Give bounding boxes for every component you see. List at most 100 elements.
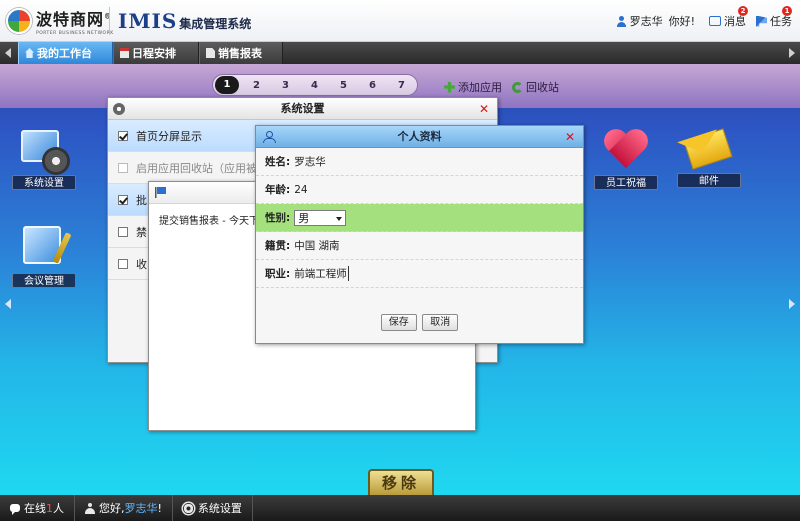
- app-meeting-management[interactable]: 会议管理: [11, 224, 77, 288]
- home-icon: [25, 48, 34, 58]
- logo-cn: 波特商网: [36, 10, 105, 29]
- desktop-prev-icon[interactable]: [5, 299, 11, 309]
- logo[interactable]: 波特商网® PORTER BUSINESS NETWORK: [6, 6, 114, 36]
- add-app-label: 添加应用: [458, 81, 502, 94]
- user-icon: [85, 502, 95, 514]
- tab-scroll-left-icon[interactable]: [5, 48, 11, 58]
- tab-scroll-right-icon[interactable]: [789, 48, 795, 58]
- tasks-button[interactable]: 1 任务: [756, 6, 792, 29]
- document-icon: [206, 48, 215, 58]
- age-value[interactable]: 24: [294, 184, 307, 196]
- logo-mark-icon: [6, 8, 32, 34]
- recycle-bin-button[interactable]: 回收站: [512, 79, 559, 95]
- page-button-4[interactable]: 4: [300, 80, 329, 91]
- app-employee-wishes[interactable]: 员工祝福: [593, 128, 659, 190]
- page-button-7[interactable]: 7: [387, 80, 416, 91]
- profile-window: 个人资料 ✕ 姓名: 罗志华 年龄: 24 性别: 男 籍贯: 中国 湖南 职业…: [255, 125, 584, 344]
- plus-icon: [444, 81, 455, 93]
- profile-gender-row: 性别: 男: [256, 204, 583, 232]
- header-divider: [109, 7, 110, 35]
- profile-window-titlebar[interactable]: 个人资料 ✕: [256, 126, 583, 148]
- close-icon[interactable]: ✕: [565, 126, 575, 148]
- gear-icon: [113, 103, 125, 115]
- setting-label: 禁: [136, 225, 147, 239]
- setting-checkbox[interactable]: [118, 226, 128, 237]
- gear-icon: [182, 502, 194, 514]
- save-button[interactable]: 保存: [380, 314, 417, 331]
- hometown-value[interactable]: 中国 湖南: [294, 238, 339, 253]
- gender-select[interactable]: 男: [294, 209, 347, 226]
- online-suffix: 人: [53, 502, 64, 515]
- bottom-settings-button[interactable]: 系统设置: [173, 495, 253, 521]
- tab-my-workbench[interactable]: 我的工作台: [18, 42, 113, 64]
- page-button-5[interactable]: 5: [329, 80, 358, 91]
- chat-icon: [10, 504, 20, 515]
- recycle-label: 回收站: [526, 81, 559, 94]
- remove-drop-zone[interactable]: 移除: [368, 469, 434, 495]
- page-button-3[interactable]: 3: [271, 80, 300, 91]
- online-users[interactable]: 在线 1 人: [0, 495, 75, 521]
- add-app-button[interactable]: 添加应用: [444, 79, 502, 95]
- app-label: 员工祝福: [594, 175, 658, 190]
- setting-checkbox[interactable]: [118, 258, 128, 269]
- hello-suffix: !: [157, 501, 162, 515]
- app-mail[interactable]: 邮件: [676, 126, 742, 188]
- profile-job-row: 职业: 前端工程师: [256, 260, 583, 288]
- bottom-settings-label: 系统设置: [197, 502, 242, 515]
- page-switcher: 1 2 3 4 5 6 7: [212, 74, 418, 96]
- current-user[interactable]: 您好, 罗志华 !: [75, 495, 173, 521]
- tab-sales-report[interactable]: 销售报表: [199, 42, 283, 64]
- user-icon: [263, 131, 276, 143]
- setting-checkbox[interactable]: [118, 162, 128, 173]
- settings-window-titlebar[interactable]: 系统设置 ✕: [108, 98, 497, 120]
- page-button-2[interactable]: 2: [242, 80, 271, 91]
- setting-label: 首页分屏显示: [136, 129, 202, 143]
- calendar-icon: [120, 48, 129, 58]
- logo-text: 波特商网® PORTER BUSINESS NETWORK: [36, 6, 114, 36]
- profile-age-row: 年龄: 24: [256, 176, 583, 204]
- profile-buttons: 保存 取消: [256, 314, 583, 331]
- app-title-cn: 集成管理系统: [179, 17, 252, 31]
- tab-label: 日程安排: [132, 47, 176, 60]
- chevron-down-icon: [336, 216, 343, 221]
- job-label: 职业:: [265, 268, 291, 280]
- profile-window-title: 个人资料: [397, 130, 442, 143]
- app-system-settings[interactable]: 系统设置: [11, 128, 77, 190]
- cancel-button[interactable]: 取消: [422, 314, 459, 331]
- close-icon[interactable]: ✕: [479, 98, 489, 120]
- user-name: 罗志华: [629, 15, 663, 28]
- header-user-area: 罗志华 你好! 2 消息 1 任务: [606, 6, 792, 29]
- age-label: 年龄:: [265, 184, 291, 196]
- meeting-management-icon: [21, 224, 72, 270]
- user-link[interactable]: 罗志华 你好!: [616, 13, 695, 29]
- job-field[interactable]: 前端工程师: [294, 266, 349, 281]
- task-flag-icon: [756, 15, 767, 27]
- online-prefix: 在线: [24, 502, 46, 515]
- desktop-next-icon[interactable]: [789, 299, 795, 309]
- name-label: 姓名:: [265, 156, 291, 168]
- logo-en: PORTER BUSINESS NETWORK: [36, 31, 114, 36]
- setting-checkbox[interactable]: [118, 130, 128, 141]
- messages-button[interactable]: 2 消息: [709, 6, 748, 29]
- setting-checkbox[interactable]: [118, 194, 128, 205]
- name-value[interactable]: 罗志华: [294, 154, 326, 169]
- app-title: IMIS 集成管理系统: [118, 9, 251, 33]
- greeting: 你好!: [668, 15, 695, 28]
- heart-gift-icon: [602, 128, 650, 172]
- hello-name: 罗志华: [124, 502, 158, 515]
- user-icon: [616, 15, 627, 27]
- setting-label: 批: [136, 193, 147, 207]
- app-title-en: IMIS: [118, 9, 178, 33]
- message-icon: [709, 16, 721, 26]
- flag-icon: [155, 187, 166, 198]
- mail-icon: [685, 126, 733, 170]
- page-button-1[interactable]: 1: [215, 76, 239, 94]
- recycle-icon: [512, 81, 523, 93]
- gender-value: 男: [298, 211, 310, 225]
- app-label: 邮件: [677, 173, 741, 188]
- header: 波特商网® PORTER BUSINESS NETWORK IMIS集成管理系统…: [0, 0, 800, 42]
- tab-schedule[interactable]: 日程安排: [113, 42, 199, 64]
- page-button-6[interactable]: 6: [358, 80, 387, 91]
- system-settings-icon: [21, 128, 67, 172]
- hello-prefix: 您好,: [99, 502, 125, 515]
